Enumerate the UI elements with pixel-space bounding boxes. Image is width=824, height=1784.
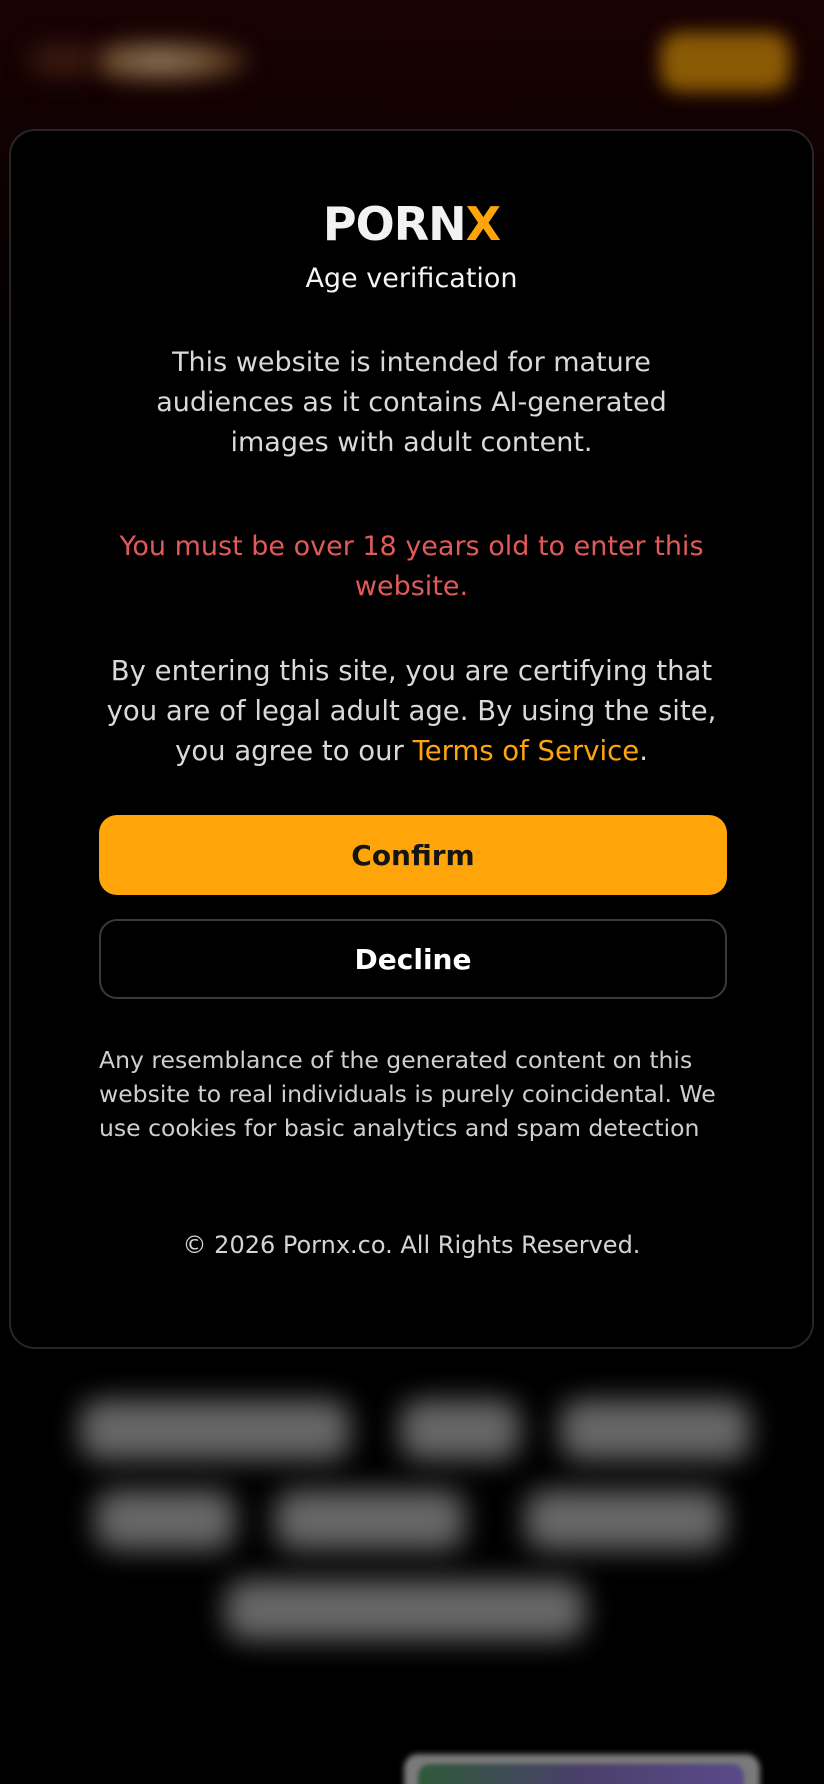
certification-text-suffix: . xyxy=(639,735,648,767)
blurred-text-block xyxy=(275,1490,465,1550)
blurred-text-block xyxy=(225,1580,585,1640)
intro-text: This website is intended for mature audi… xyxy=(156,347,667,458)
blurred-header-button xyxy=(660,32,790,92)
blurred-image-card-thumbnail xyxy=(418,1764,744,1784)
confirm-button[interactable]: Confirm xyxy=(99,815,727,895)
blurred-text-block xyxy=(80,1400,350,1460)
blurred-text-block xyxy=(400,1400,520,1460)
decline-button[interactable]: Decline xyxy=(99,919,727,999)
brand-logo-text-main: PORN xyxy=(322,197,467,251)
modal-title: Age verification xyxy=(305,263,518,294)
blurred-site-header xyxy=(0,0,824,125)
disclaimer-text: Any resemblance of the generated content… xyxy=(99,1046,716,1142)
brand-logo-text-accent: X xyxy=(465,197,501,251)
age-verification-modal: PORNX Age verification This website is i… xyxy=(9,129,814,1349)
brand-logo: PORNX xyxy=(11,201,812,247)
blurred-menu-icon xyxy=(30,45,100,75)
certification-text: By entering this site, you are certifyin… xyxy=(91,651,732,771)
age-gate-page: PORNX Age verification This website is i… xyxy=(0,0,824,1784)
blurred-text-block xyxy=(95,1490,235,1550)
copyright-text: © 2026 Pornx.co. All Rights Reserved. xyxy=(182,1231,641,1259)
blurred-text-block xyxy=(525,1490,725,1550)
terms-of-service-link[interactable]: Terms of Service xyxy=(413,735,640,767)
age-warning-text: You must be over 18 years old to enter t… xyxy=(119,531,704,602)
blurred-site-logo xyxy=(100,38,250,84)
blurred-text-block xyxy=(560,1400,750,1460)
